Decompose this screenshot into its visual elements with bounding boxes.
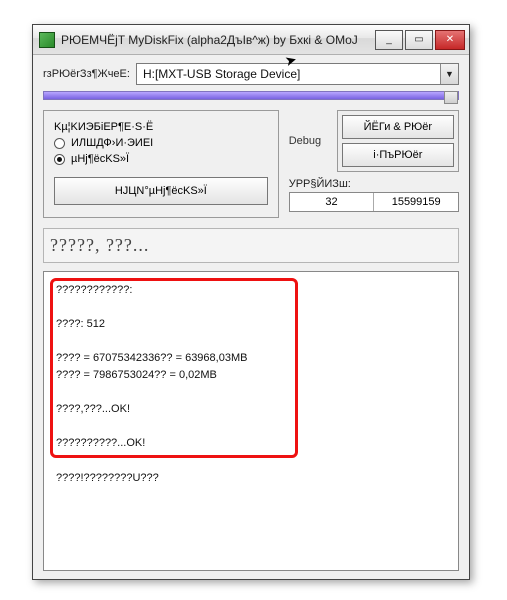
close-button[interactable]: ✕	[435, 30, 465, 50]
client-area: rзPЮёrЗз¶ЖчеE: ▼ Kµ¦KИЭБiEP¶E·S·Ё ИЛШДФ›…	[33, 55, 469, 581]
radio-icon[interactable]	[54, 138, 65, 149]
debug-label: Debug	[289, 135, 329, 147]
debug-button-2[interactable]: i·ПъPЮёr	[342, 143, 454, 167]
stat-value-1: 32	[290, 193, 374, 211]
status-panel: ?????, ???...	[43, 228, 459, 263]
radio-icon[interactable]	[54, 154, 65, 165]
stats-label: УРР§ЙИЗш:	[289, 178, 459, 190]
drive-combo[interactable]: ▼	[136, 63, 459, 85]
status-text: ?????, ???...	[50, 235, 149, 255]
group-legend: Kµ¦KИЭБiEP¶E·S·Ё	[54, 121, 153, 133]
stats-area: УРР§ЙИЗш: 32 15599159	[289, 178, 459, 212]
run-button[interactable]: HJЦN°µHj¶ёcKS»Ї	[54, 177, 268, 205]
chevron-down-icon[interactable]: ▼	[440, 64, 458, 84]
output-text: ????????????: ????: 512 ???? = 670753423…	[46, 274, 456, 495]
minimize-button[interactable]: _	[375, 30, 403, 50]
window-title: РЮEMЧЁjT MyDiskFix (alpha2ДъIв^ж) by Бxк…	[61, 33, 358, 47]
options-group: Kµ¦KИЭБiEP¶E·S·Ё ИЛШДФ›И·ЭИEI µHj¶ёcKS»Ї…	[43, 110, 279, 218]
option-1-label: ИЛШДФ›И·ЭИEI	[71, 137, 153, 149]
stats-cells: 32 15599159	[289, 192, 459, 212]
option-1-row[interactable]: ИЛШДФ›И·ЭИEI	[54, 137, 268, 149]
option-2-row[interactable]: µHj¶ёcKS»Ї	[54, 153, 268, 165]
app-window: РЮEMЧЁjT MyDiskFix (alpha2ДъIв^ж) by Бxк…	[32, 24, 470, 580]
progress-bar	[43, 91, 459, 100]
titlebar[interactable]: РЮEMЧЁjT MyDiskFix (alpha2ДъIв^ж) by Бxк…	[33, 25, 469, 55]
output-box: ????????????: ????: 512 ???? = 670753423…	[43, 271, 459, 571]
app-icon	[39, 32, 55, 48]
drive-input[interactable]	[137, 64, 440, 84]
debug-button-1[interactable]: ЙЁГи & PЮёr	[342, 115, 454, 139]
drive-label: rзPЮёrЗз¶ЖчеE:	[43, 68, 130, 80]
debug-button-group: ЙЁГи & PЮёr i·ПъPЮёr	[337, 110, 459, 172]
stat-value-2: 15599159	[373, 193, 458, 211]
option-2-label: µHj¶ёcKS»Ї	[71, 153, 129, 165]
maximize-button[interactable]: ▭	[405, 30, 433, 50]
